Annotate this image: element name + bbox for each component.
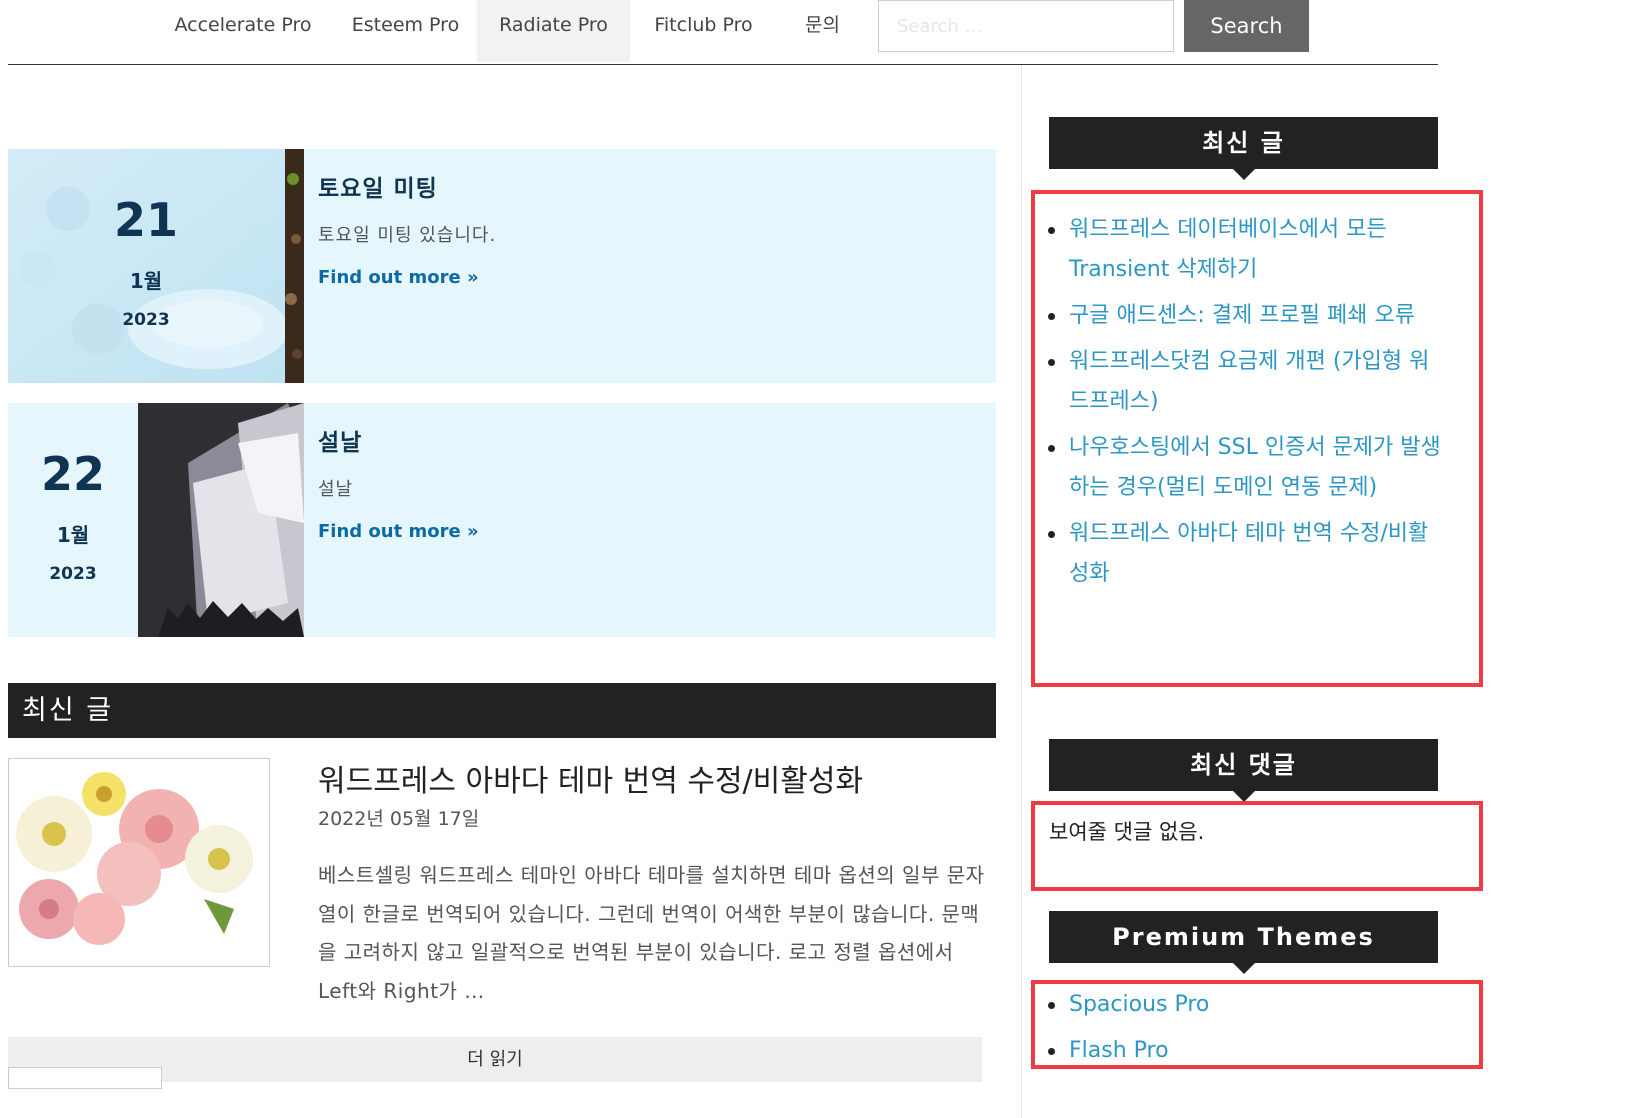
no-comments-text: 보여줄 댓글 없음. bbox=[1049, 820, 1205, 844]
event-card: 21 1월 2023 토요일 미팅 토요일 미팅 있습니다. Find out … bbox=[8, 149, 996, 383]
event-year: 2023 bbox=[122, 310, 170, 330]
highlight-box-recent-comments bbox=[1031, 801, 1483, 891]
sidebar-divider bbox=[1021, 65, 1022, 1118]
widget-title-premium-themes: Premium Themes bbox=[1049, 911, 1438, 974]
nav-item-fitclub-pro[interactable]: Fitclub Pro bbox=[630, 0, 777, 62]
event-date: 22 1월 2023 bbox=[8, 403, 138, 637]
latest-posts-heading: 최신 글 bbox=[8, 683, 996, 738]
premium-theme-link[interactable]: Flash Pro bbox=[1046, 1028, 1441, 1074]
premium-themes-list: Spacious Pro Flash Pro bbox=[1046, 982, 1441, 1074]
event-description: 토요일 미팅 있습니다. bbox=[318, 225, 497, 246]
event-title[interactable]: 토요일 미팅 bbox=[318, 169, 978, 203]
post-date: 2022년 05월 17일 bbox=[318, 808, 480, 830]
premium-theme-link[interactable]: Spacious Pro bbox=[1046, 982, 1441, 1028]
nav-item-esteem-pro[interactable]: Esteem Pro bbox=[333, 0, 478, 62]
recent-post-link[interactable]: 워드프레스 데이터베이스에서 모든 Transient 삭제하기 bbox=[1046, 210, 1441, 290]
nav-item-contact[interactable]: 문의 bbox=[785, 0, 860, 62]
event-day: 21 bbox=[113, 193, 178, 247]
event-date: 21 1월 2023 bbox=[8, 149, 284, 383]
event-month: 1월 bbox=[56, 523, 90, 547]
recent-post-link[interactable]: 워드프레스닷컴 요금제 개편 (가입형 워드프레스) bbox=[1046, 342, 1441, 422]
recent-post-link[interactable]: 워드프레스 아바다 테마 번역 수정/비활성화 bbox=[1046, 514, 1441, 594]
post-thumbnail-flowers[interactable] bbox=[8, 758, 270, 967]
find-out-more-link[interactable]: Find out more » bbox=[318, 521, 479, 542]
event-body: 설날 설날 Find out more » bbox=[318, 423, 978, 542]
event-month: 1월 bbox=[129, 269, 163, 293]
event-year: 2023 bbox=[49, 564, 97, 584]
event-card: 22 1월 2023 설날 설날 Find out more » bbox=[8, 403, 996, 637]
event-body: 토요일 미팅 토요일 미팅 있습니다. Find out more » bbox=[318, 169, 978, 288]
top-navigation: Accelerate Pro Esteem Pro Radiate Pro Fi… bbox=[8, 0, 1438, 65]
search-button[interactable]: Search bbox=[1184, 0, 1309, 52]
search-input[interactable] bbox=[878, 0, 1174, 52]
recent-post-link[interactable]: 구글 애드센스: 결제 프로필 폐쇄 오류 bbox=[1046, 296, 1441, 336]
recent-posts-list: 워드프레스 데이터베이스에서 모든 Transient 삭제하기 구글 애드센스… bbox=[1046, 210, 1441, 600]
nav-item-accelerate-pro[interactable]: Accelerate Pro bbox=[153, 0, 333, 62]
event-image-celebration bbox=[138, 403, 304, 637]
nav-item-radiate-pro[interactable]: Radiate Pro bbox=[477, 0, 630, 62]
event-description: 설날 bbox=[318, 479, 354, 500]
find-out-more-link[interactable]: Find out more » bbox=[318, 267, 479, 288]
widget-title-recent-comments: 최신 댓글 bbox=[1049, 739, 1438, 802]
widget-title-recent-posts: 최신 글 bbox=[1049, 117, 1438, 180]
bottom-box bbox=[8, 1067, 162, 1089]
post-title[interactable]: 워드프레스 아바다 테마 번역 수정/비활성화 bbox=[318, 756, 863, 800]
event-day: 22 bbox=[40, 447, 105, 501]
recent-post-link[interactable]: 나우호스팅에서 SSL 인증서 문제가 발생하는 경우(멀티 도메인 연동 문제… bbox=[1046, 428, 1441, 508]
event-title[interactable]: 설날 bbox=[318, 423, 978, 457]
post-excerpt: 베스트셀링 워드프레스 테마인 아바다 테마를 설치하면 테마 옵션의 일부 문… bbox=[318, 863, 985, 1003]
